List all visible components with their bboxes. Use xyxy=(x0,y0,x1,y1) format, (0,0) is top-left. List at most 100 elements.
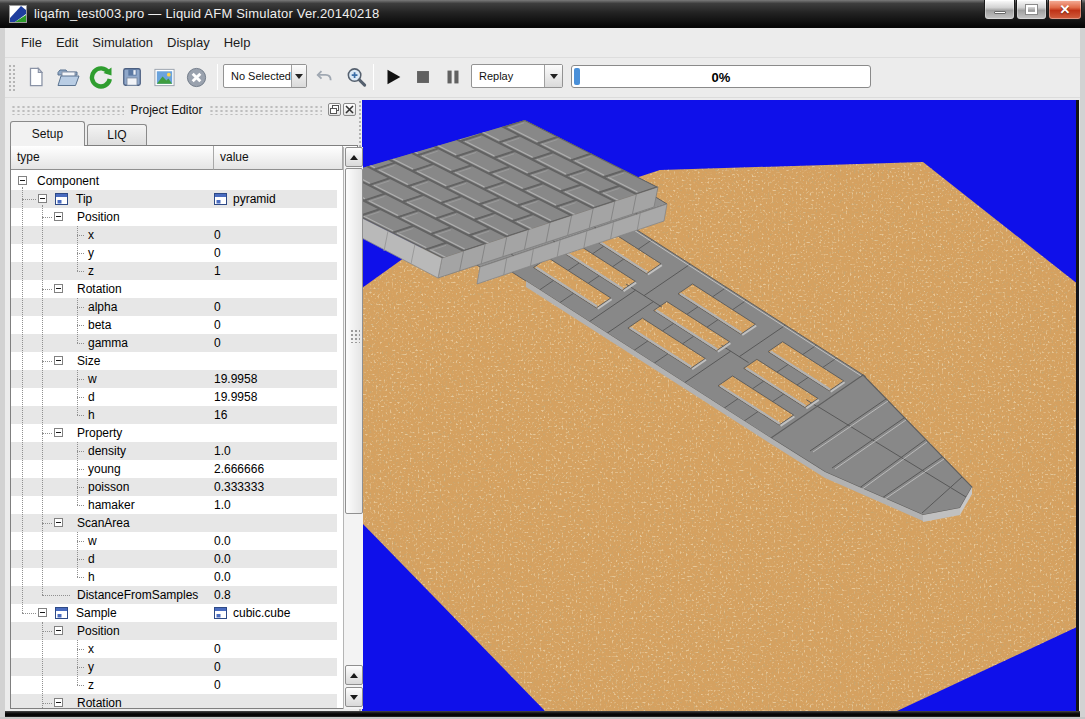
tree-expander[interactable] xyxy=(38,194,47,203)
tree-line xyxy=(42,523,52,524)
save-button[interactable] xyxy=(118,63,146,91)
refresh-button[interactable] xyxy=(86,63,114,91)
menu-help[interactable]: Help xyxy=(217,29,258,56)
tree-expander[interactable] xyxy=(54,428,63,437)
row-type-label: Tip xyxy=(76,192,92,206)
tab-liq[interactable]: LIQ xyxy=(87,124,147,145)
table-row[interactable]: Property xyxy=(11,424,337,442)
close-project-button[interactable] xyxy=(182,63,210,91)
scroll-down-button[interactable] xyxy=(345,687,363,707)
table-row[interactable]: ScanArea xyxy=(11,514,337,532)
tree-expander[interactable] xyxy=(54,626,63,635)
table-row[interactable]: Position xyxy=(11,208,337,226)
new-document-button[interactable] xyxy=(22,63,50,91)
row-type-label: young xyxy=(88,462,121,476)
tree-expander[interactable] xyxy=(18,176,27,185)
table-row[interactable]: gamma0 xyxy=(11,334,337,352)
play-button[interactable] xyxy=(379,63,407,91)
row-type-label: Size xyxy=(77,354,100,368)
menu-edit[interactable]: Edit xyxy=(49,29,85,56)
table-row[interactable]: Rotation xyxy=(11,280,337,298)
row-type-label: d xyxy=(88,390,95,404)
table-row[interactable]: y0 xyxy=(11,658,337,676)
vertical-scrollbar[interactable] xyxy=(343,147,363,709)
table-row[interactable]: density1.0 xyxy=(11,442,337,460)
table-row[interactable]: d0.0 xyxy=(11,550,337,568)
table-row[interactable]: alpha0 xyxy=(11,298,337,316)
table-row[interactable]: Tippyramid xyxy=(11,190,337,208)
table-header: type value xyxy=(11,146,357,171)
scroll-up-button[interactable] xyxy=(345,147,363,167)
3d-viewport[interactable] xyxy=(362,100,1079,711)
row-value: 0 xyxy=(214,246,221,260)
toolbar-grip[interactable] xyxy=(8,64,15,92)
application-window: { "window": { "title": "liqafm_test003.p… xyxy=(0,0,1085,719)
menu-file[interactable]: File xyxy=(14,29,49,56)
undo-button[interactable] xyxy=(311,63,337,91)
table-row[interactable]: hamaker1.0 xyxy=(11,496,337,514)
tree-expander[interactable] xyxy=(54,212,63,221)
menu-simulation[interactable]: Simulation xyxy=(85,29,160,56)
replay-combobox-arrow[interactable] xyxy=(544,65,562,87)
table-row[interactable]: w19.9958 xyxy=(11,370,337,388)
dock-float-button[interactable] xyxy=(328,103,341,116)
table-row[interactable]: h0.0 xyxy=(11,568,337,586)
minimize-button[interactable] xyxy=(984,0,1015,20)
table-row[interactable]: Position xyxy=(11,622,337,640)
pause-button[interactable] xyxy=(439,63,467,91)
row-type-label: d xyxy=(88,552,95,566)
row-value: 0 xyxy=(214,660,221,674)
snapshot-button[interactable] xyxy=(150,63,178,91)
app-icon xyxy=(9,5,27,23)
row-type-label: gamma xyxy=(88,336,128,350)
selection-combobox[interactable]: No Selected xyxy=(223,64,307,88)
table-row[interactable]: y0 xyxy=(11,244,337,262)
table-row[interactable]: DistanceFromSamples0.8 xyxy=(11,586,337,604)
table-row[interactable]: Rotation xyxy=(11,694,337,708)
tab-setup[interactable]: Setup xyxy=(10,121,85,146)
row-type-label: x xyxy=(88,642,94,656)
table-row[interactable]: Samplecubic.cube xyxy=(11,604,337,622)
open-button[interactable] xyxy=(54,63,82,91)
table-row[interactable]: poisson0.333333 xyxy=(11,478,337,496)
column-header-value[interactable]: value xyxy=(214,146,343,170)
row-value: 0.8 xyxy=(214,588,231,602)
replay-combobox[interactable]: Replay xyxy=(471,64,563,88)
table-row[interactable]: x0 xyxy=(11,226,337,244)
table-row[interactable]: Size xyxy=(11,352,337,370)
dock-title-bar[interactable]: Project Editor xyxy=(5,100,358,119)
scroll-up-button-2[interactable] xyxy=(345,665,363,685)
menu-display[interactable]: Display xyxy=(160,29,217,56)
tree-expander[interactable] xyxy=(54,518,63,527)
tree-line xyxy=(42,595,70,596)
close-button[interactable]: ✕ xyxy=(1048,0,1082,20)
tree-expander[interactable] xyxy=(54,356,63,365)
table-row[interactable]: young2.666666 xyxy=(11,460,337,478)
row-type-label: h xyxy=(88,408,95,422)
table-row[interactable]: d19.9958 xyxy=(11,388,337,406)
title-bar[interactable]: liqafm_test003.pro — Liquid AFM Simulato… xyxy=(0,0,1085,28)
table-row[interactable]: z1 xyxy=(11,262,337,280)
zoom-button[interactable] xyxy=(341,63,371,91)
table-row[interactable]: x0 xyxy=(11,640,337,658)
progress-label: 0% xyxy=(572,70,870,85)
tree-expander[interactable] xyxy=(54,284,63,293)
column-header-type[interactable]: type xyxy=(11,146,214,170)
scrollbar-thumb[interactable] xyxy=(345,168,363,514)
tree-line xyxy=(42,217,52,218)
table-row[interactable]: Component xyxy=(11,172,337,190)
table-row[interactable]: z0 xyxy=(11,676,337,694)
selection-combobox-arrow[interactable] xyxy=(291,65,306,87)
maximize-button[interactable] xyxy=(1016,0,1047,20)
table-row[interactable]: h16 xyxy=(11,406,337,424)
table-row[interactable]: beta0 xyxy=(11,316,337,334)
tree-expander[interactable] xyxy=(54,698,63,707)
table-row[interactable]: w0.0 xyxy=(11,532,337,550)
toolbar-separator xyxy=(217,64,218,90)
dock-close-button[interactable] xyxy=(343,103,356,116)
tree-line xyxy=(77,640,78,685)
stop-button[interactable] xyxy=(409,63,437,91)
tree-expander[interactable] xyxy=(38,608,47,617)
open-folder-icon xyxy=(56,65,80,89)
row-type-label: h xyxy=(88,570,95,584)
